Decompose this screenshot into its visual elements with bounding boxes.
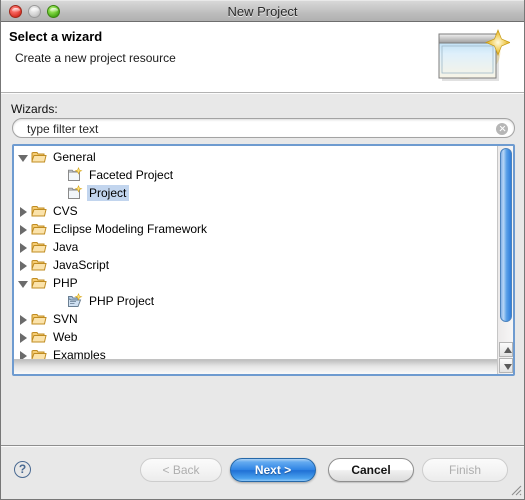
chevron-right-icon[interactable] <box>18 224 29 235</box>
wizard-tree[interactable]: General Faceted Project Project CVS Eclipse … <box>12 144 515 376</box>
tree-item[interactable]: CVS <box>14 202 497 220</box>
open-folder-icon <box>31 239 47 255</box>
tree-item-label: PHP <box>53 276 78 290</box>
vertical-scrollbar-thumb[interactable] <box>500 148 512 322</box>
open-folder-icon <box>31 275 47 291</box>
new-project-icon <box>67 167 83 183</box>
cancel-button[interactable]: Cancel <box>328 458 414 482</box>
chevron-right-icon[interactable] <box>18 242 29 253</box>
open-folder-icon <box>31 203 47 219</box>
horizontal-scrollbar[interactable] <box>14 359 497 374</box>
tree-item[interactable]: PHP Project <box>14 292 497 310</box>
finish-button[interactable]: Finish <box>422 458 508 482</box>
wizard-tree-list: General Faceted Project Project CVS Eclipse … <box>14 148 497 359</box>
wizard-header: Select a wizard Create a new project res… <box>1 22 524 93</box>
help-icon[interactable]: ? <box>14 461 31 478</box>
search-input-value: type filter text <box>27 122 99 136</box>
tree-item-label: Eclipse Modeling Framework <box>53 222 208 236</box>
tree-item[interactable]: Examples <box>14 346 497 359</box>
resize-grip-icon[interactable] <box>509 483 522 496</box>
new-project-dialog: New Project Select a wizard Create a new… <box>0 0 525 500</box>
open-folder-icon <box>31 329 47 345</box>
open-folder-icon <box>31 347 47 359</box>
chevron-down-icon[interactable] <box>18 278 29 289</box>
next-button[interactable]: Next > <box>230 458 316 482</box>
tree-item-label: JavaScript <box>53 258 110 272</box>
open-folder-icon <box>31 257 47 273</box>
window-title: New Project <box>227 4 298 19</box>
tree-item[interactable]: Project <box>14 184 497 202</box>
new-project-icon <box>67 185 83 201</box>
tree-item-label: SVN <box>53 312 78 326</box>
tree-item-label: Java <box>53 240 79 254</box>
tree-item-label: CVS <box>53 204 78 218</box>
clear-icon[interactable] <box>496 123 508 135</box>
wizard-sparkle-window-icon <box>438 29 510 81</box>
chevron-right-icon[interactable] <box>18 332 29 343</box>
tree-item[interactable]: Eclipse Modeling Framework <box>14 220 497 238</box>
chevron-right-icon[interactable] <box>18 260 29 271</box>
back-button[interactable]: < Back <box>140 458 222 482</box>
scroll-up-arrow-icon[interactable] <box>499 342 513 357</box>
tree-item[interactable]: Java <box>14 238 497 256</box>
tree-item-label: PHP Project <box>89 294 155 308</box>
tree-item[interactable]: General <box>14 148 497 166</box>
chevron-right-icon[interactable] <box>18 206 29 217</box>
tree-item-label: Web <box>53 330 78 344</box>
tree-item-label: Project <box>87 185 130 201</box>
tree-item[interactable]: JavaScript <box>14 256 497 274</box>
open-folder-icon <box>31 149 47 165</box>
tree-item[interactable]: PHP <box>14 274 497 292</box>
tree-item[interactable]: Web <box>14 328 497 346</box>
tree-item-label: Examples <box>53 348 106 359</box>
page-subtitle: Create a new project resource <box>15 51 176 65</box>
tree-item-label: Faceted Project <box>89 168 174 182</box>
chevron-right-icon[interactable] <box>18 350 29 359</box>
wizards-label: Wizards: <box>11 102 58 116</box>
scroll-down-arrow-icon[interactable] <box>499 358 513 373</box>
search-input[interactable]: type filter text <box>12 118 515 138</box>
vertical-scrollbar[interactable] <box>497 146 513 374</box>
wizard-body: Wizards: type filter text General Faceted… <box>1 93 524 445</box>
open-folder-icon <box>31 221 47 237</box>
chevron-right-icon[interactable] <box>18 314 29 325</box>
php-project-icon <box>67 293 83 309</box>
page-title: Select a wizard <box>9 29 103 44</box>
title-bar: New Project <box>1 0 524 22</box>
tree-item[interactable]: SVN <box>14 310 497 328</box>
wizard-tree-viewport: General Faceted Project Project CVS Eclipse … <box>14 146 497 359</box>
tree-item[interactable]: Faceted Project <box>14 166 497 184</box>
chevron-down-icon[interactable] <box>18 152 29 163</box>
dialog-footer: ? < Back Next > Cancel Finish <box>1 445 524 498</box>
open-folder-icon <box>31 311 47 327</box>
tree-item-label: General <box>53 150 96 164</box>
